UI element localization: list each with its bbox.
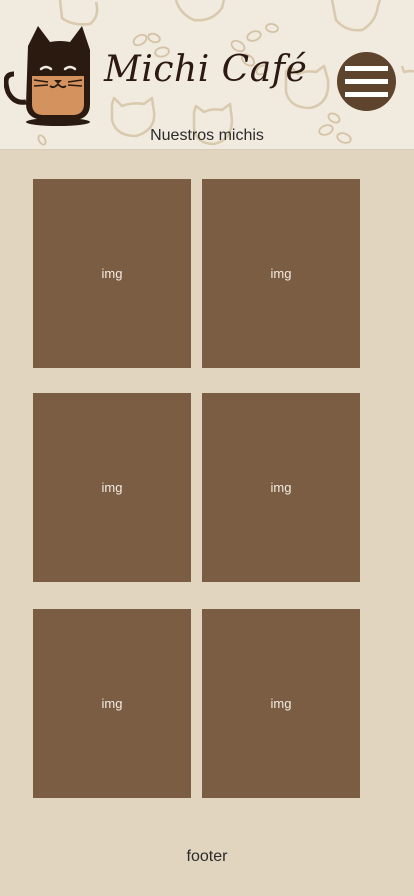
site-header: Michi Café Nuestros michis bbox=[0, 0, 414, 150]
hamburger-menu-button[interactable] bbox=[337, 52, 396, 111]
gallery-item[interactable]: img bbox=[202, 179, 360, 368]
gallery-item[interactable]: img bbox=[33, 393, 191, 582]
cat-coffee-cup-icon bbox=[4, 26, 90, 126]
page-subtitle: Nuestros michis bbox=[150, 127, 264, 144]
gallery-item[interactable]: img bbox=[33, 179, 191, 368]
gallery-item[interactable]: img bbox=[202, 393, 360, 582]
gallery-item[interactable]: img bbox=[33, 609, 191, 798]
brand-title: Michi Café bbox=[104, 49, 308, 90]
gallery-item[interactable]: img bbox=[202, 609, 360, 798]
site-footer: footer bbox=[186, 848, 228, 865]
